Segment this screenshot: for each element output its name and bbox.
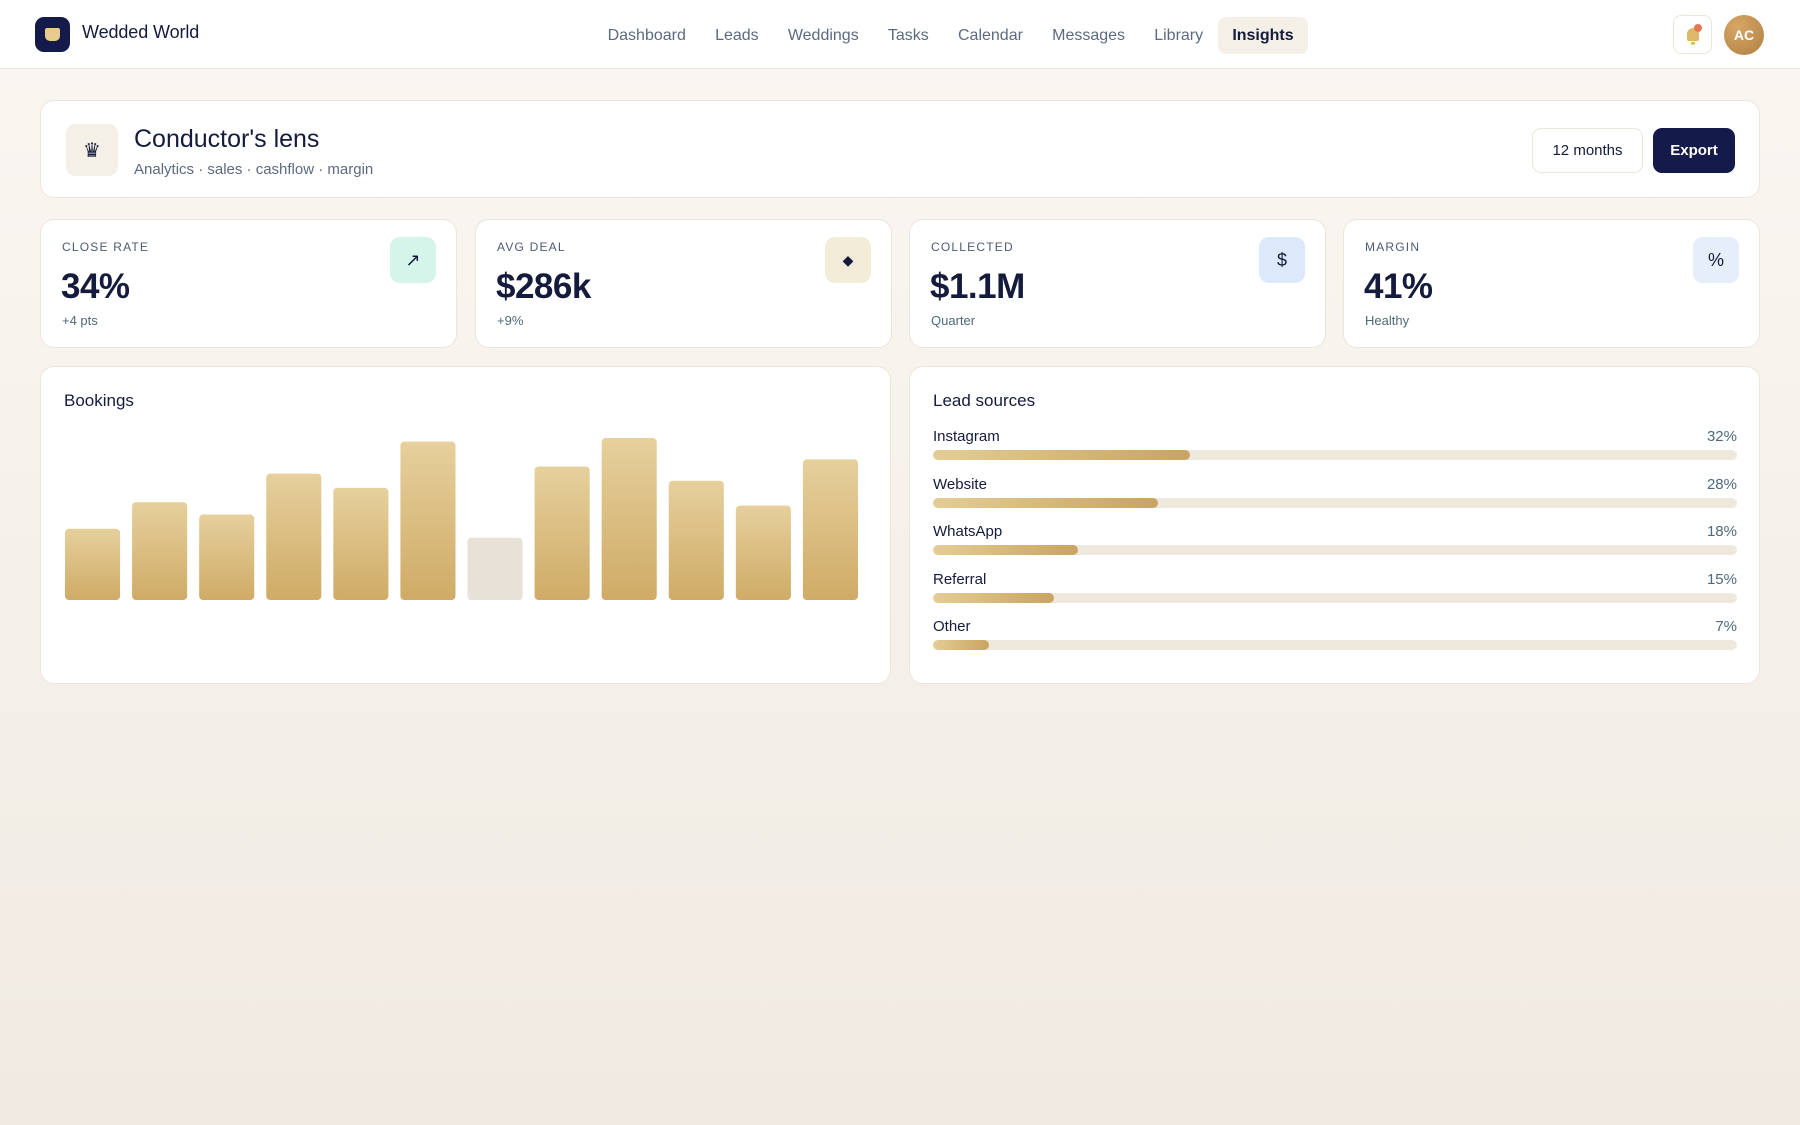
lead-source-track [933, 497, 1737, 508]
bookings-chart-card: Bookings [40, 366, 891, 684]
page-header-card: ♛ Conductor's lens Analytics · sales · c… [40, 100, 1760, 198]
notification-dot [1694, 24, 1702, 32]
main-nav: Dashboard Leads Weddings Tasks Calendar … [593, 17, 1309, 54]
nav-item-messages[interactable]: Messages [1038, 17, 1140, 54]
kpi-value: 34% [61, 267, 130, 306]
lead-source-percent: 32% [1706, 428, 1737, 445]
lead-source-track [933, 640, 1737, 650]
range-select-button[interactable]: 12 months [1532, 128, 1643, 173]
lead-source-fill [933, 450, 1191, 460]
export-button[interactable]: Export [1653, 128, 1735, 173]
kpi-subtext: Healthy [1365, 313, 1410, 328]
lead-source-track [933, 450, 1737, 460]
kpi-subtext: +4 pts [62, 313, 98, 328]
nav-item-leads[interactable]: Leads [700, 17, 773, 54]
lead-source-fill [933, 640, 990, 650]
lead-source-name: Website [933, 475, 987, 493]
bookings-bar [735, 505, 791, 600]
kpi-card-collected: COLLECTED $1.1M Quarter $ [909, 219, 1326, 348]
bookings-bar [668, 480, 724, 600]
kpi-label: COLLECTED [931, 240, 1014, 254]
crown-icon: ♛ [66, 124, 118, 176]
nav-item-insights[interactable]: Insights [1217, 17, 1309, 54]
top-bar: Wedded World Dashboard Leads Weddings Ta… [0, 0, 1800, 69]
kpi-subtext: +9% [497, 313, 524, 328]
lead-source-track [933, 545, 1737, 555]
lead-source-fill [933, 497, 1159, 508]
lead-sources-card: Lead sources Instagram 32% Website 28% Whats… [909, 366, 1760, 684]
bookings-bar [534, 466, 590, 600]
bookings-bar [333, 487, 389, 600]
bookings-bar [199, 514, 255, 600]
lead-source-name: Other [933, 618, 971, 635]
kpi-card-close-rate: CLOSE RATE 34% +4 pts ↗ [40, 219, 457, 348]
kpi-card-avg-deal: AVG DEAL $286k +9% ◆ [475, 219, 892, 348]
lead-source-fill [933, 545, 1078, 555]
bookings-bar [467, 537, 523, 600]
kpi-card-margin: MARGIN 41% Healthy % [1343, 219, 1760, 348]
lead-source-name: Referral [933, 570, 987, 588]
nav-item-library[interactable]: Library [1140, 17, 1218, 54]
page-subtitle: Analytics · sales · cashflow · margin [134, 161, 374, 178]
lead-source-track [933, 592, 1737, 603]
user-avatar[interactable]: AC [1724, 15, 1764, 55]
diamond-icon: ◆ [825, 237, 871, 283]
lead-source-percent: 28% [1706, 475, 1737, 493]
kpi-value: $1.1M [930, 267, 1025, 306]
bookings-bar [132, 502, 188, 600]
page-title: Conductor's lens [134, 125, 320, 153]
bookings-bar [266, 473, 322, 600]
kpi-value: 41% [1364, 267, 1433, 306]
kpi-value: $286k [496, 267, 591, 306]
nav-item-tasks[interactable]: Tasks [873, 17, 943, 54]
kpi-label: CLOSE RATE [62, 240, 150, 254]
lead-source-percent: 15% [1706, 570, 1737, 588]
bookings-bar [601, 438, 657, 600]
lead-sources-title: Lead sources [933, 391, 1036, 410]
lead-source-percent: 18% [1706, 523, 1737, 540]
nav-item-weddings[interactable]: Weddings [773, 17, 873, 54]
dollar-icon: $ [1259, 237, 1305, 283]
app-name: Wedded World [82, 22, 200, 42]
app-logo-icon[interactable] [35, 17, 70, 52]
bookings-bar [802, 459, 858, 600]
nav-item-dashboard[interactable]: Dashboard [593, 17, 700, 54]
lead-source-name: Instagram [933, 428, 1000, 445]
kpi-label: MARGIN [1365, 240, 1421, 254]
lead-source-percent: 7% [1715, 618, 1737, 635]
lead-source-fill [933, 592, 1054, 603]
bookings-bar [400, 441, 456, 600]
notifications-button[interactable] [1673, 15, 1712, 54]
kpi-label: AVG DEAL [497, 240, 566, 254]
trend-up-icon: ↗ [390, 237, 436, 283]
bookings-bar [65, 528, 121, 600]
percent-icon: % [1693, 237, 1739, 283]
kpi-subtext: Quarter [931, 313, 976, 328]
lead-source-name: WhatsApp [933, 523, 1003, 540]
nav-item-calendar[interactable]: Calendar [943, 17, 1037, 54]
bookings-bar-chart [65, 438, 858, 600]
